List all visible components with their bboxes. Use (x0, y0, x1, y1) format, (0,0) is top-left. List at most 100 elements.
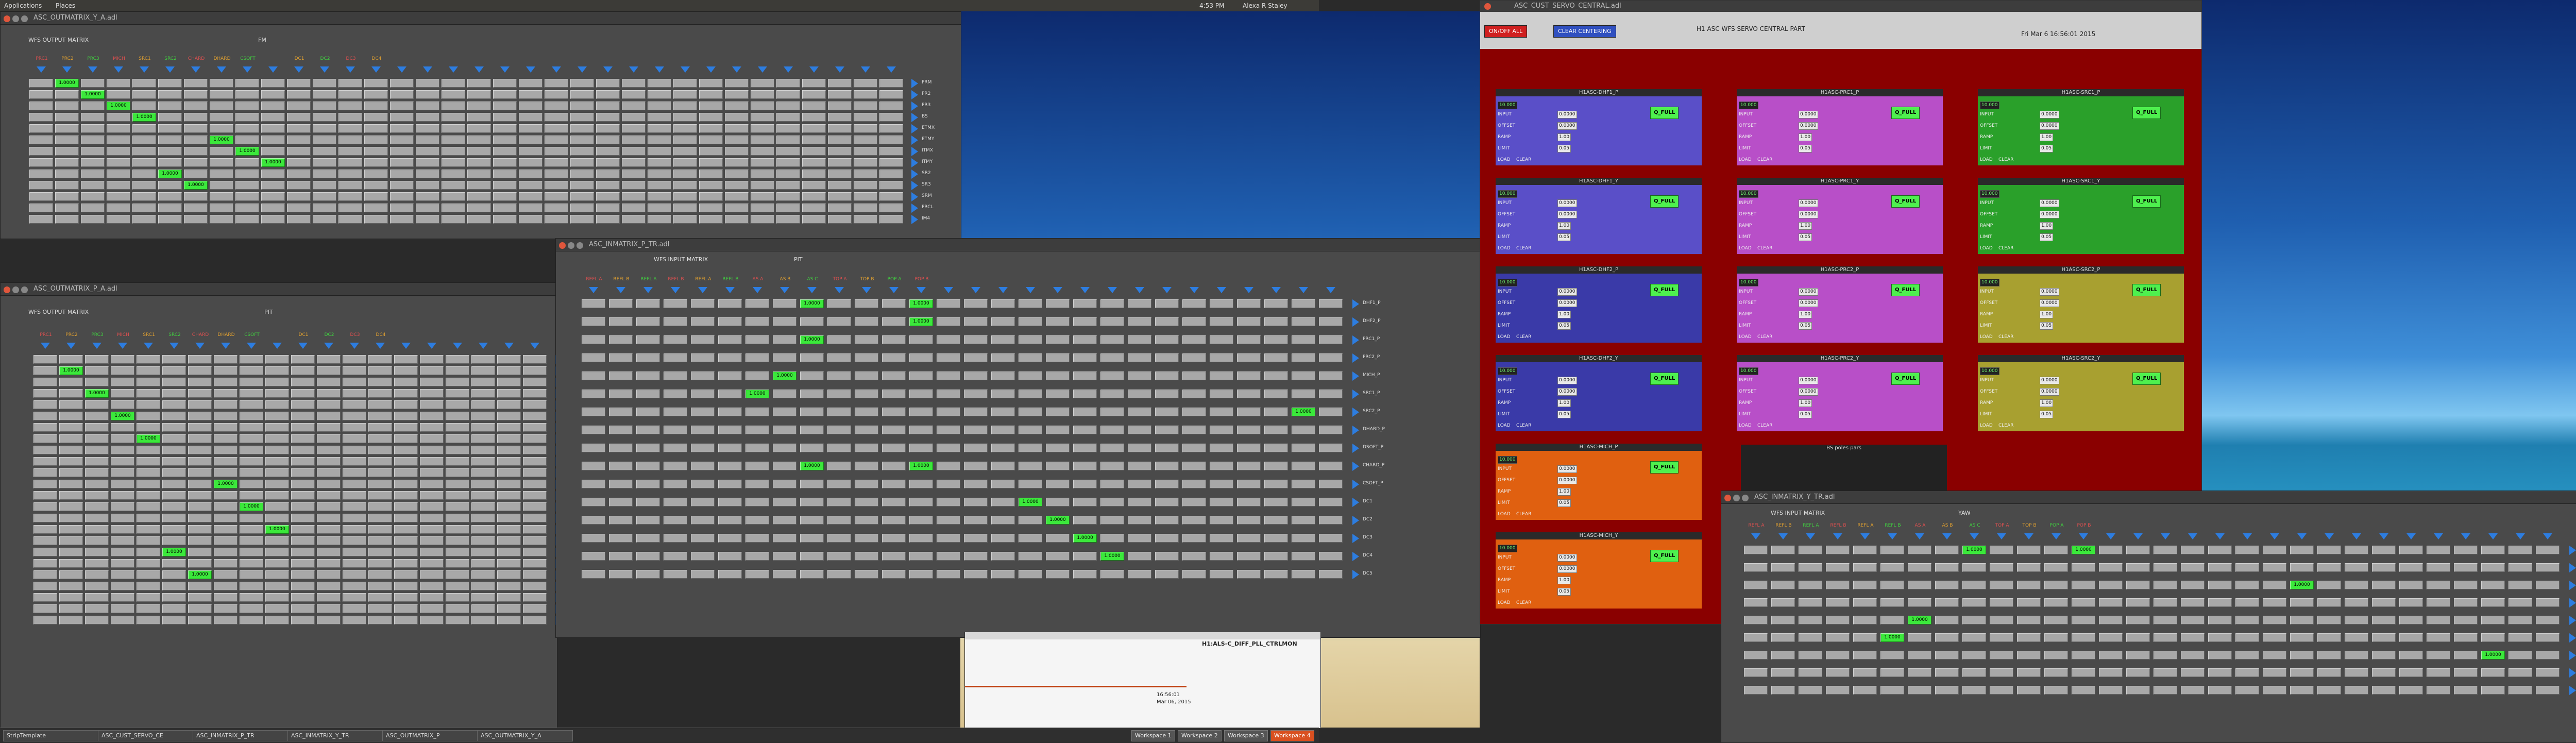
matrix-cell[interactable] (854, 204, 877, 212)
matrix-cell[interactable] (1744, 598, 1768, 607)
matrix-cell[interactable] (800, 390, 824, 398)
matrix-cell[interactable] (691, 498, 715, 506)
matrix-cell[interactable] (1292, 444, 1315, 452)
matrix-cell[interactable] (240, 412, 263, 420)
matrix-cell[interactable] (523, 548, 547, 556)
matrix-cell[interactable] (2399, 546, 2423, 554)
matrix-cell[interactable] (2454, 563, 2478, 572)
matrix-cell[interactable] (59, 355, 83, 364)
matrix-cell[interactable] (1210, 552, 1233, 561)
panel-value-field[interactable]: 1.00 (2040, 311, 2054, 318)
matrix-cell[interactable] (111, 525, 134, 534)
matrix-cell[interactable] (137, 570, 160, 579)
matrix-cell[interactable] (137, 548, 160, 556)
matrix-cell[interactable] (1799, 598, 1822, 607)
matrix-cell[interactable] (725, 90, 749, 99)
matrix-cell[interactable] (1210, 353, 1233, 362)
column-arrow-icon[interactable] (809, 66, 819, 73)
matrix-cell[interactable]: 1.0000 (2290, 581, 2314, 589)
matrix-cell[interactable] (2427, 581, 2450, 589)
close-icon[interactable] (4, 286, 10, 293)
matrix-cell[interactable] (1100, 408, 1124, 416)
column-arrow-icon[interactable] (247, 343, 256, 349)
column-arrow-icon[interactable] (1915, 533, 1924, 539)
matrix-cell[interactable]: 1.0000 (111, 412, 134, 420)
matrix-cell[interactable] (81, 204, 105, 212)
load-label[interactable]: LOAD (1739, 246, 1752, 251)
matrix-cell[interactable] (368, 502, 392, 511)
matrix-cell[interactable] (2536, 581, 2560, 589)
panel-value-field[interactable]: 1.00 (1799, 399, 1812, 407)
matrix-cell[interactable] (855, 390, 878, 398)
panel-value-field[interactable]: 0.0000 (1799, 377, 1818, 384)
matrix-cell[interactable] (107, 170, 130, 178)
matrix-cell[interactable] (287, 192, 311, 201)
matrix-cell[interactable] (2290, 651, 2314, 660)
matrix-cell[interactable] (214, 434, 238, 443)
matrix-cell[interactable]: 1.0000 (800, 335, 824, 344)
matrix-cell[interactable] (745, 534, 769, 543)
matrix-cell[interactable] (1155, 426, 1179, 434)
clear-label[interactable]: CLEAR (1757, 334, 1772, 340)
matrix-cell[interactable] (85, 525, 109, 534)
matrix-cell[interactable] (828, 204, 852, 212)
matrix-cell[interactable] (751, 113, 774, 122)
matrix-cell[interactable] (523, 446, 547, 454)
matrix-cell[interactable] (2509, 598, 2532, 607)
matrix-cell[interactable] (33, 548, 57, 556)
matrix-cell[interactable] (214, 616, 238, 624)
matrix-cell[interactable] (497, 570, 521, 579)
matrix-cell[interactable] (158, 102, 182, 110)
column-arrow-icon[interactable] (37, 66, 46, 73)
column-arrow-icon[interactable] (1026, 287, 1035, 293)
matrix-cell[interactable] (2481, 616, 2505, 624)
matrix-cell[interactable] (55, 90, 79, 99)
matrix-cell[interactable] (519, 204, 543, 212)
taskbar-item[interactable]: ASC_OUTMATRIX_P (382, 730, 478, 741)
matrix-cell[interactable] (210, 113, 233, 122)
matrix-cell[interactable] (1771, 616, 1795, 624)
matrix-cell[interactable] (2399, 581, 2423, 589)
column-arrow-icon[interactable] (479, 343, 488, 349)
matrix-cell[interactable] (2208, 581, 2232, 589)
row-arrow-icon[interactable] (2569, 633, 2576, 643)
matrix-cell[interactable] (420, 378, 444, 386)
matrix-cell[interactable]: 1.0000 (800, 299, 824, 308)
matrix-cell[interactable] (800, 534, 824, 543)
matrix-cell[interactable] (1908, 581, 1931, 589)
matrix-cell[interactable] (523, 491, 547, 500)
matrix-cell[interactable] (2345, 546, 2368, 554)
matrix-cell[interactable] (394, 525, 418, 534)
matrix-cell[interactable] (776, 170, 800, 178)
matrix-cell[interactable] (2017, 668, 2041, 677)
matrix-cell[interactable] (725, 147, 749, 156)
matrix-cell[interactable] (523, 468, 547, 477)
matrix-cell[interactable] (343, 593, 366, 602)
column-arrow-icon[interactable] (2406, 533, 2416, 539)
matrix-cell[interactable] (33, 559, 57, 568)
matrix-cell[interactable] (1100, 480, 1124, 488)
matrix-cell[interactable] (214, 491, 238, 500)
matrix-cell[interactable] (188, 525, 212, 534)
matrix-cell[interactable] (802, 124, 826, 133)
matrix-cell[interactable] (446, 366, 469, 375)
panel-value-field[interactable]: 1.00 (1799, 133, 1812, 141)
panel-value-field[interactable]: 0.0000 (1799, 288, 1818, 296)
matrix-cell[interactable] (699, 147, 723, 156)
matrix-cell[interactable] (1880, 616, 1904, 624)
column-arrow-icon[interactable] (835, 66, 844, 73)
panel-value-field[interactable]: 0.0000 (1557, 299, 1577, 307)
matrix-cell[interactable] (2208, 651, 2232, 660)
matrix-cell[interactable] (2263, 563, 2286, 572)
matrix-cell[interactable] (1073, 498, 1097, 506)
matrix-cell[interactable] (691, 299, 715, 308)
matrix-cell[interactable] (137, 366, 160, 375)
matrix-cell[interactable] (664, 444, 687, 452)
matrix-cell[interactable] (446, 389, 469, 398)
matrix-cell[interactable] (800, 552, 824, 561)
matrix-cell[interactable] (291, 468, 315, 477)
matrix-cell[interactable] (773, 390, 796, 398)
matrix-cell[interactable] (420, 434, 444, 443)
row-arrow-icon[interactable] (911, 79, 918, 88)
matrix-cell[interactable] (55, 136, 79, 144)
